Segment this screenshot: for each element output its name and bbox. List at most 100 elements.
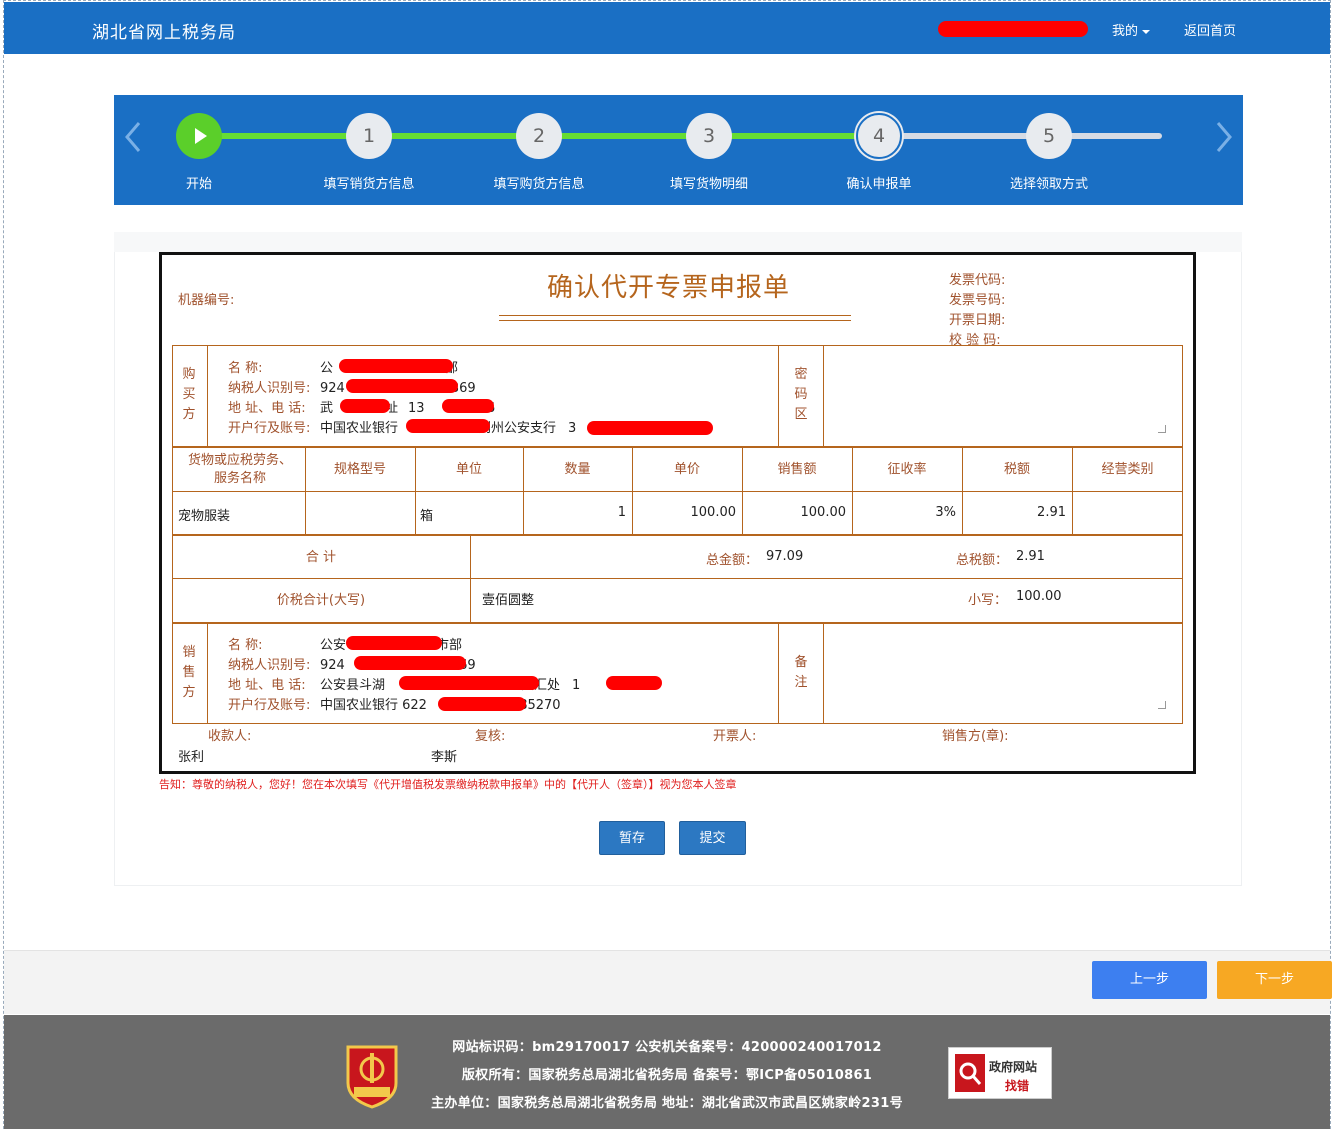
redaction-mark (606, 676, 662, 690)
save-draft-button[interactable]: 暂存 (599, 821, 665, 855)
redaction-mark (354, 656, 466, 670)
play-icon (195, 128, 207, 144)
chevron-right-icon[interactable] (1215, 121, 1233, 153)
step-start-node (176, 113, 222, 159)
chevron-down-icon (1142, 29, 1151, 34)
chevron-left-icon[interactable] (124, 121, 142, 153)
total-label: 合 计 (305, 550, 337, 565)
invoice-number-label: 发票号码: (949, 293, 1006, 308)
redaction-mark (438, 697, 526, 711)
textarea-resize-handle[interactable] (1158, 701, 1166, 709)
invoice-date-label: 开票日期: (949, 313, 1006, 328)
redaction-mark (346, 636, 442, 650)
redaction-mark (442, 399, 494, 413)
row-price: 100.00 (690, 505, 737, 520)
row-amount: 100.00 (800, 505, 847, 520)
invoice-code-label: 发票代码: (949, 273, 1006, 288)
footer-line-2: 版权所有：国家税务总局湖北省税务局 备案号：鄂ICP备05010861 (461, 1068, 873, 1083)
gov-site-title: 政府网站 (989, 1060, 1038, 1074)
progress-track-todo (878, 133, 1162, 139)
row-unit: 箱 (420, 509, 434, 524)
reviewer-value: 李斯 (431, 750, 458, 765)
col-header-spec: 规格型号 (333, 462, 386, 477)
step-2-node: 2 (516, 113, 562, 159)
grand-total-lower-label: 小写： (968, 593, 1008, 608)
seller-side-label: 销售方 (182, 645, 196, 700)
magnifier-icon (955, 1054, 985, 1092)
buyer-side-label: 购买方 (182, 367, 196, 422)
step-2-label: 填写购货方信息 (493, 177, 585, 192)
total-tax-value: 2.91 (1016, 549, 1045, 564)
gov-site-action: 找错 (1005, 1079, 1030, 1093)
total-tax-label: 总税额： (956, 553, 1009, 568)
remark-label: 备注 (794, 655, 808, 690)
redaction-mark (399, 676, 539, 690)
col-header-qty: 数量 (564, 462, 591, 477)
grand-total-upper: 壹佰圆整 (482, 593, 535, 608)
col-header-name: 货物或应税劳务、服务名称 (188, 453, 293, 486)
step-4-label: 确认申报单 (846, 177, 912, 192)
site-footer: 网站标识码：bm29170017 公安机关备案号：420000240017012… (4, 1015, 1330, 1129)
notice-text: 告知：尊敬的纳税人，您好！您在本次填写《代开增值税发票缴纳税款申报单》中的【代开… (159, 778, 737, 791)
submit-button[interactable]: 提交 (679, 821, 746, 855)
reviewer-label: 复核: (475, 729, 506, 744)
redaction-mark (346, 379, 458, 393)
payee-label: 收款人: (208, 729, 252, 744)
divider (207, 623, 208, 724)
step-3-node: 3 (686, 113, 732, 159)
col-header-amount: 销售额 (777, 462, 817, 477)
row-qty: 1 (617, 505, 626, 520)
row-goods-name: 宠物服装 (178, 509, 231, 524)
panel-header-strip (114, 232, 1242, 252)
machine-number-label: 机器编号: (178, 293, 235, 308)
gov-site-error-report-link[interactable]: 政府网站 找错 (948, 1047, 1052, 1099)
user-menu-label: 我的 (1112, 24, 1139, 39)
step-3-label: 填写货物明细 (669, 177, 748, 192)
seller-seal-label: 销售方(章): (942, 729, 1009, 744)
prev-step-button[interactable]: 上一步 (1092, 961, 1207, 999)
col-header-category: 经营类别 (1101, 462, 1154, 477)
divider (172, 491, 1183, 492)
step-1-node: 1 (346, 113, 392, 159)
grand-total-lower-value: 100.00 (1016, 589, 1062, 604)
step-5-node: 5 (1026, 113, 1072, 159)
user-menu-button[interactable]: 我的 (1112, 20, 1151, 39)
divider (778, 623, 779, 724)
divider (778, 345, 779, 447)
top-header: 湖北省网上税务局 我的 返回首页 (4, 2, 1330, 54)
step-5-label: 选择领取方式 (1009, 177, 1088, 192)
step-start-label: 开始 (185, 177, 212, 192)
redacted-username (938, 21, 1088, 37)
cipher-area-label: 密码区 (794, 367, 808, 422)
drawer-label: 开票人: (713, 729, 757, 744)
site-brand[interactable]: 湖北省网上税务局 (92, 18, 236, 43)
total-amount-value: 97.09 (766, 549, 804, 564)
total-amount-label: 总金额： (706, 553, 759, 568)
step-wizard: 1 2 3 4 5 开始 填写销货方信息 填写购货方信息 填写货物明细 确认申报… (114, 95, 1243, 205)
redaction-mark (340, 399, 390, 413)
step-1-label: 填写销货方信息 (323, 177, 415, 192)
title-underline (499, 315, 851, 316)
divider (823, 345, 824, 447)
divider (207, 345, 208, 447)
redaction-mark (339, 359, 453, 373)
title-underline (499, 320, 851, 321)
home-link[interactable]: 返回首页 (1184, 20, 1236, 39)
step-4-node: 4 (856, 113, 902, 159)
footer-line-1: 网站标识码：bm29170017 公安机关备案号：420000240017012 (452, 1040, 882, 1055)
row-tax: 2.91 (1037, 505, 1066, 520)
col-header-rate: 征收率 (887, 462, 927, 477)
payee-value: 张利 (178, 750, 205, 765)
buyer-bank-row: 开户行及账号: 中国农业银行 荆州公安支行 3 (228, 421, 577, 436)
textarea-resize-handle[interactable] (1158, 425, 1166, 433)
next-step-button[interactable]: 下一步 (1217, 961, 1332, 999)
row-rate: 3% (935, 505, 956, 520)
redaction-mark (406, 419, 490, 433)
redaction-mark (587, 421, 713, 435)
grand-total-label: 价税合计(大写) (276, 593, 366, 608)
col-header-unit: 单位 (455, 462, 482, 477)
col-header-tax: 税额 (1003, 462, 1030, 477)
application-form: 确认代开专票申报单 机器编号: 发票代码: 发票号码: 开票日期: 校 验 码:… (159, 252, 1196, 774)
divider (823, 623, 824, 724)
footer-line-3: 主办单位：国家税务总局湖北省税务局 地址：湖北省武汉市武昌区姚家岭231号 (431, 1096, 903, 1111)
